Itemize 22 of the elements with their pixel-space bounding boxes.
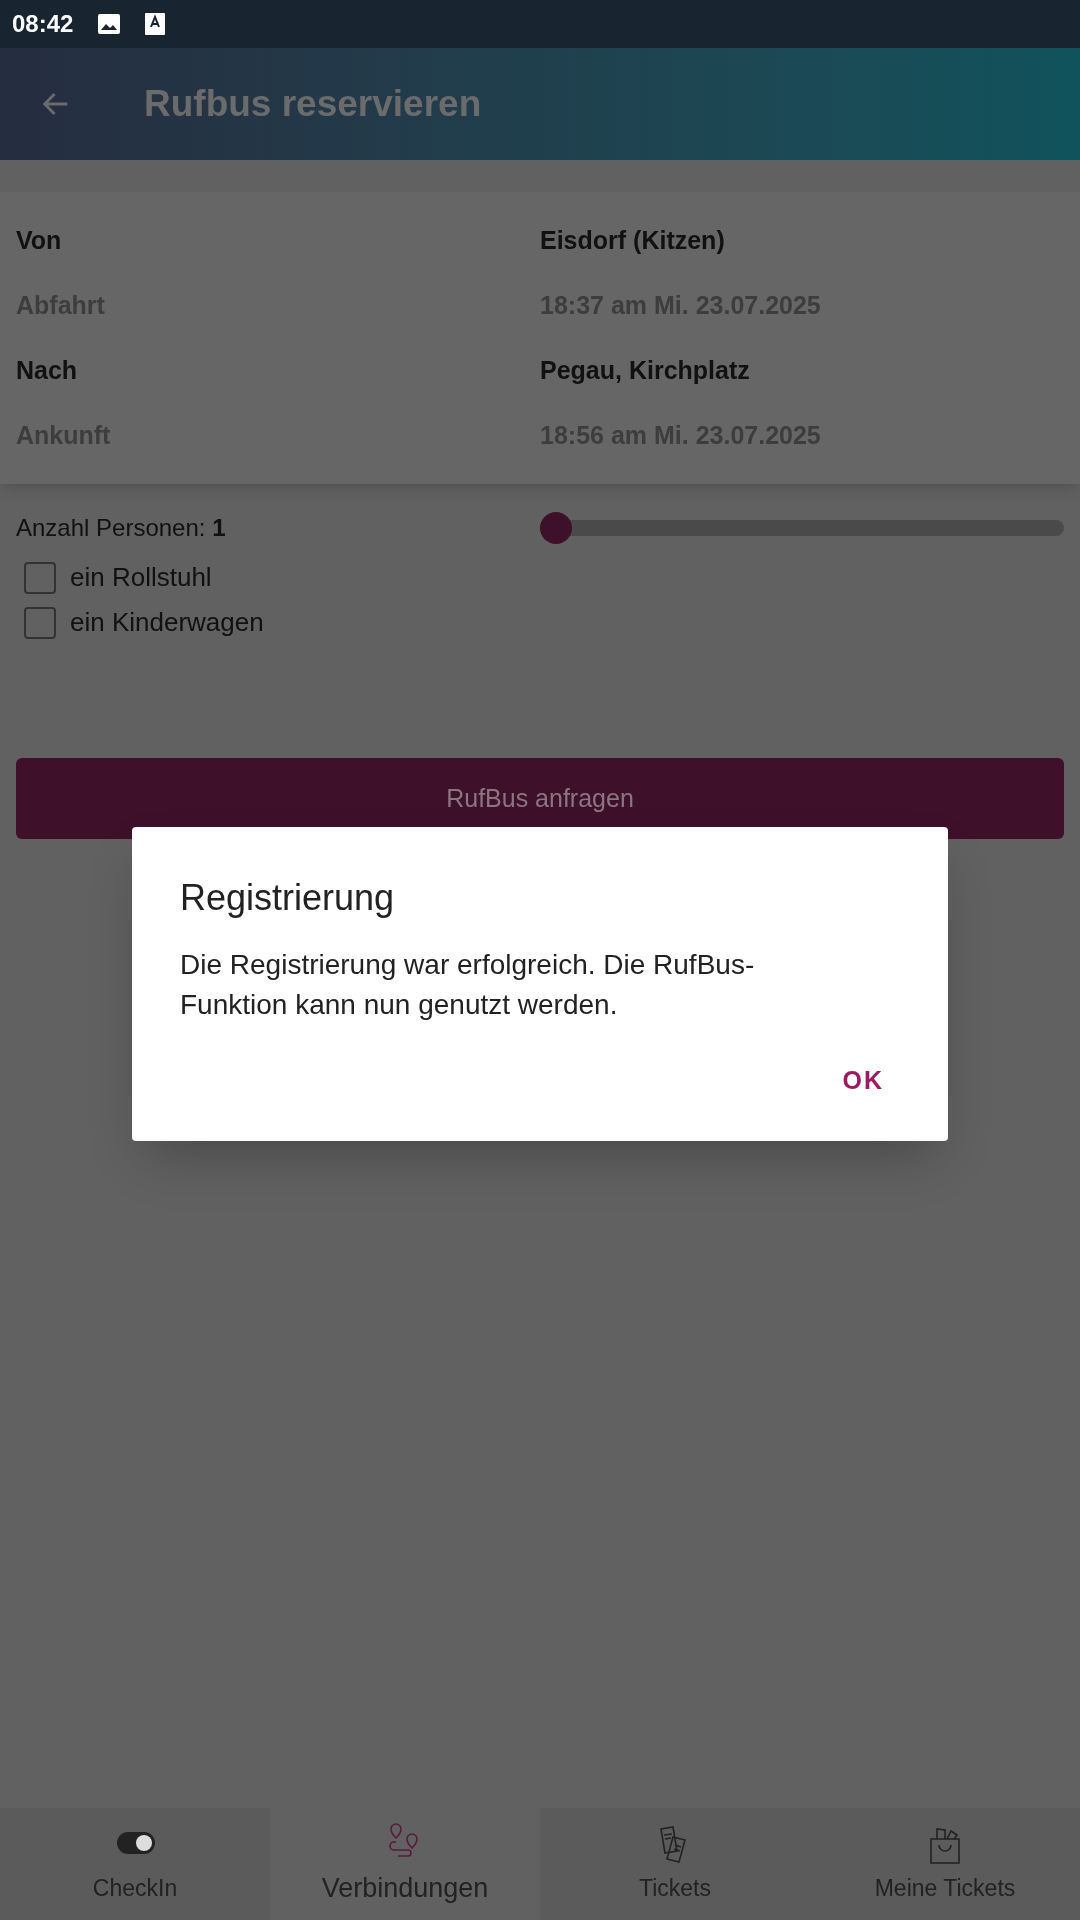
persons-label: Anzahl Personen: 1 [16,513,227,543]
slider-thumb[interactable] [540,512,572,544]
nav-tab[interactable]: Tickets [540,1808,810,1920]
font-icon [145,13,166,35]
nav-tab[interactable]: Verbindungen [270,1808,540,1920]
trip-label: Nach [16,354,79,386]
nav-tab[interactable]: Meine Tickets [810,1808,1080,1920]
nav-tab[interactable]: CheckIn [0,1808,270,1920]
trip-value: Pegau, Kirchplatz [540,354,750,386]
checkbox[interactable] [24,606,56,639]
ok-button[interactable]: OK [834,1053,892,1107]
screen-title: Rufbus reservieren [144,82,482,127]
checkbox-label: ein Kinderwagen [70,606,264,639]
dialog-message: Die Registrierung war erfolgreich. Die RufBus-Funktion kann nun genutzt werden. [180,948,756,1022]
dialog-title: Registrierung [180,876,396,920]
checkbox-label: ein Rollstuhl [70,561,212,594]
checkbox[interactable] [24,561,56,594]
status-time: 08:42 [12,9,74,39]
persons-slider[interactable] [540,512,1064,544]
trip-label: Von [16,224,63,256]
trip-value: Eisdorf (Kitzen) [540,224,725,256]
image-icon [97,12,122,36]
